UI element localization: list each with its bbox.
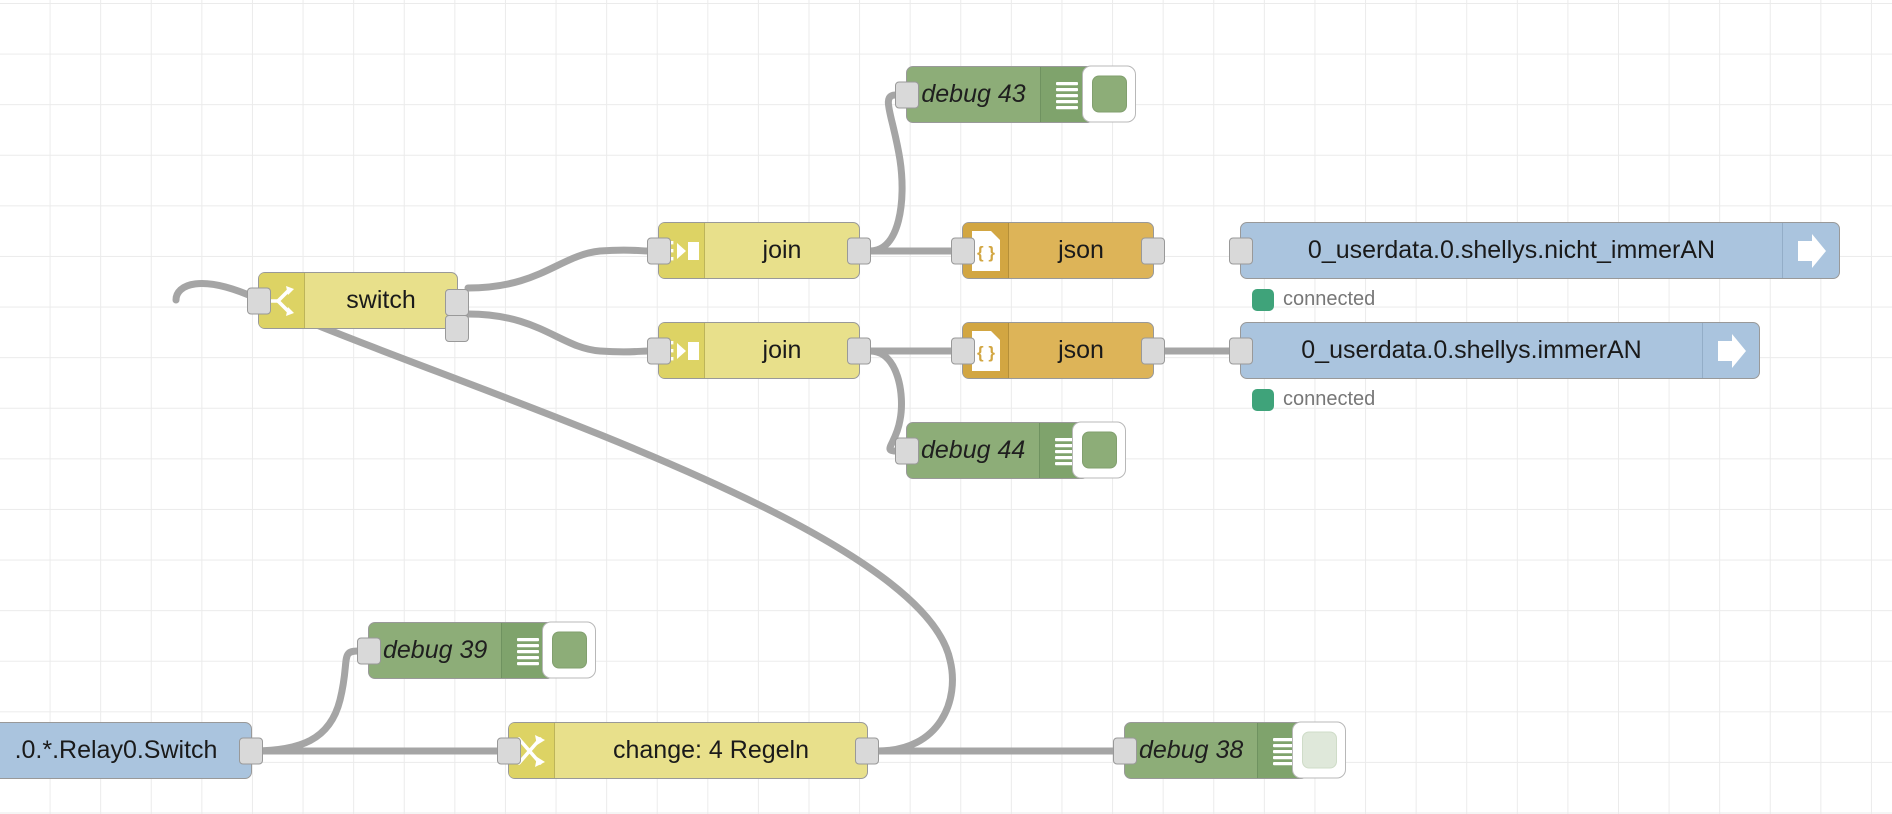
port-in[interactable] xyxy=(647,237,671,264)
node-join-2[interactable]: join xyxy=(647,322,871,379)
debug-enable-toggle-38[interactable] xyxy=(1292,721,1346,779)
port-out[interactable] xyxy=(855,737,879,764)
port-in[interactable] xyxy=(1113,737,1137,764)
debug-enable-toggle-43[interactable] xyxy=(1082,65,1136,123)
toggle-knob xyxy=(1091,75,1127,113)
status-dot xyxy=(1252,288,1274,311)
node-label: json xyxy=(1058,336,1104,364)
node-label: debug 43 xyxy=(921,80,1026,108)
node-label: switch xyxy=(346,286,416,314)
debug-enable-toggle-39[interactable] xyxy=(542,621,596,679)
port-in[interactable] xyxy=(1229,237,1253,264)
arrow-right-icon xyxy=(1782,223,1839,278)
port-in[interactable] xyxy=(1229,337,1253,364)
wire-switch-to-join1 xyxy=(464,246,652,292)
port-out-2[interactable] xyxy=(445,315,469,342)
port-in[interactable] xyxy=(497,737,521,764)
port-out[interactable] xyxy=(1141,337,1165,364)
flow-canvas[interactable]: debug 43 join {} json 0_userdata.0.shel… xyxy=(0,0,1892,814)
node-label: 0_userdata.0.shellys.immerAN xyxy=(1301,336,1642,364)
node-label: change: 4 Regeln xyxy=(613,736,809,764)
port-out[interactable] xyxy=(847,237,871,264)
svg-text:{ }: { } xyxy=(977,343,995,362)
svg-text:{ }: { } xyxy=(977,243,995,262)
status-dot xyxy=(1252,388,1274,411)
node-label: join xyxy=(762,236,802,264)
wire-switch-to-join2 xyxy=(464,310,652,356)
status-io-immeran: connected xyxy=(1252,388,1375,411)
node-label: json xyxy=(1058,236,1104,264)
port-out[interactable] xyxy=(847,337,871,364)
port-out-1[interactable] xyxy=(445,289,469,316)
node-debug-38[interactable]: debug 38 xyxy=(1113,722,1311,779)
status-label: connected xyxy=(1283,288,1376,310)
toggle-knob xyxy=(1081,431,1117,469)
wire-join1-to-debug43 xyxy=(866,91,906,255)
node-label: debug 39 xyxy=(383,636,488,664)
node-join-1[interactable]: join xyxy=(647,222,871,279)
node-label: debug 38 xyxy=(1139,736,1244,764)
node-debug-43[interactable]: debug 43 xyxy=(895,66,1094,123)
arrow-right-icon xyxy=(1702,323,1759,378)
node-switch[interactable]: switch xyxy=(247,272,469,342)
debug-enable-toggle-44[interactable] xyxy=(1072,421,1126,479)
node-change[interactable]: change: 4 Regeln xyxy=(497,722,879,779)
node-json-1[interactable]: { } json xyxy=(951,222,1165,279)
port-in[interactable] xyxy=(647,337,671,364)
wire-io-to-debug39 xyxy=(248,647,362,755)
node-label: .0.*.Relay0.Switch xyxy=(14,736,218,764)
port-in[interactable] xyxy=(895,81,919,108)
node-debug-39[interactable]: debug 39 xyxy=(357,622,555,679)
port-in[interactable] xyxy=(357,637,381,664)
node-io-relay0-switch[interactable]: .0.*.Relay0.Switch xyxy=(0,722,263,779)
node-label: join xyxy=(762,336,802,364)
node-io-nicht-immeran[interactable]: 0_userdata.0.shellys.nicht_immerAN xyxy=(1229,222,1840,279)
status-label: connected xyxy=(1283,388,1376,410)
node-label: debug 44 xyxy=(921,436,1026,464)
status-io-nicht-immeran: connected xyxy=(1252,288,1375,311)
port-out[interactable] xyxy=(1141,237,1165,264)
node-json-2[interactable]: { } json xyxy=(951,322,1165,379)
node-debug-44[interactable]: debug 44 xyxy=(895,422,1093,479)
port-in[interactable] xyxy=(951,237,975,264)
port-in[interactable] xyxy=(247,287,271,314)
port-in[interactable] xyxy=(951,337,975,364)
port-out[interactable] xyxy=(239,737,263,764)
wire-join2-to-debug44 xyxy=(866,347,905,455)
node-io-immeran[interactable]: 0_userdata.0.shellys.immerAN xyxy=(1229,322,1760,379)
toggle-knob xyxy=(1301,731,1337,769)
toggle-knob xyxy=(551,631,587,669)
port-in[interactable] xyxy=(895,437,919,464)
node-label: 0_userdata.0.shellys.nicht_immerAN xyxy=(1307,236,1716,264)
